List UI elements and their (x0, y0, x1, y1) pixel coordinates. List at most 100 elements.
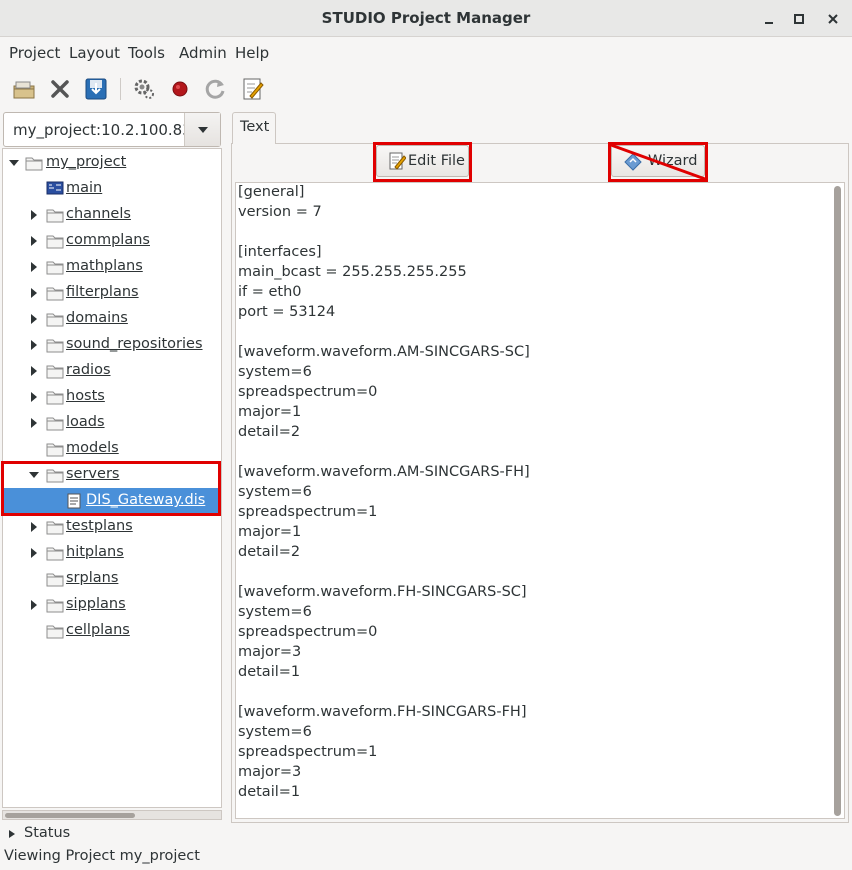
editor-line: detail=2 (238, 424, 301, 440)
tree-item-commplans[interactable]: commplans (3, 228, 221, 254)
editor-line: system=6 (238, 604, 312, 620)
expand-arrow-icon[interactable] (27, 390, 41, 404)
tree-item-filterplans[interactable]: filterplans (3, 280, 221, 306)
folder-icon (46, 415, 64, 431)
tree-item-models[interactable]: models (3, 436, 221, 462)
editor-line: if = eth0 (238, 284, 302, 300)
folder-icon (25, 155, 43, 171)
expand-arrow-icon[interactable] (27, 260, 41, 274)
tree-item-channels[interactable]: channels (3, 202, 221, 228)
pane-splitter[interactable] (225, 110, 229, 822)
minimize-button[interactable] (758, 8, 780, 30)
tree-item-label: my_project (46, 154, 127, 170)
tree-item-label: models (66, 440, 119, 456)
collapse-arrow-icon[interactable] (27, 468, 41, 482)
tree-item-domains[interactable]: domains (3, 306, 221, 332)
editor-line: [interfaces] (238, 244, 322, 260)
tree-item-sipplans[interactable]: sipplans (3, 592, 221, 618)
expand-arrow-icon[interactable] (27, 234, 41, 248)
folder-icon (46, 467, 64, 483)
tree-item-srplans[interactable]: srplans (3, 566, 221, 592)
edit-button[interactable] (241, 77, 265, 101)
expand-arrow-icon[interactable] (27, 338, 41, 352)
tree-item-label: srplans (66, 570, 119, 586)
expand-arrow-icon[interactable] (27, 312, 41, 326)
chevron-down-icon (197, 126, 208, 133)
tree-horizontal-scrollbar[interactable] (2, 810, 222, 820)
menu-layout[interactable]: Layout (69, 44, 120, 62)
tree-item-dis-gateway-dis[interactable]: DIS_Gateway.dis (3, 488, 221, 514)
tree-item-label: cellplans (66, 622, 130, 638)
settings-gear-icon (134, 79, 154, 99)
tree-item-main[interactable]: main (3, 176, 221, 202)
tree-item-label: channels (66, 206, 131, 222)
toolbar (0, 68, 852, 110)
refresh-button[interactable] (204, 77, 228, 101)
collapse-arrow-icon[interactable] (7, 156, 21, 170)
project-tree[interactable]: my_projectmain channels commplans mathplans… (2, 148, 222, 808)
tree-item-servers[interactable]: servers (3, 462, 221, 488)
file-icon (67, 493, 85, 509)
close-button[interactable] (822, 8, 844, 30)
tree-item-root[interactable]: my_project (3, 150, 221, 176)
expand-arrow-icon[interactable] (27, 598, 41, 612)
settings-button[interactable] (132, 77, 156, 101)
tree-item-label: filterplans (66, 284, 139, 300)
status-expander[interactable]: Status (0, 823, 852, 845)
edit-file-button[interactable]: Edit File (376, 145, 469, 177)
tree-item-loads[interactable]: loads (3, 410, 221, 436)
menu-tools[interactable]: Tools (128, 44, 165, 62)
tree-item-label: testplans (66, 518, 133, 534)
editor-line: system=6 (238, 364, 312, 380)
expand-arrow-icon[interactable] (27, 546, 41, 560)
expand-arrow-icon[interactable] (27, 520, 41, 534)
editor-line: [general] (238, 184, 305, 200)
folder-icon (46, 519, 64, 535)
wizard-diamond-icon (624, 153, 642, 171)
tree-item-mathplans[interactable]: mathplans (3, 254, 221, 280)
expand-arrow-icon[interactable] (27, 416, 41, 430)
status-expander-label: Status (24, 825, 71, 841)
maximize-button[interactable] (788, 8, 810, 30)
scrollbar-thumb[interactable] (5, 813, 135, 818)
edit-file-label: Edit File (408, 153, 465, 169)
editor-line: major=1 (238, 404, 302, 420)
tree-item-hitplans[interactable]: hitplans (3, 540, 221, 566)
maximize-icon (794, 14, 804, 24)
tree-item-testplans[interactable]: testplans (3, 514, 221, 540)
menu-help[interactable]: Help (235, 44, 269, 62)
project-selector-dropdown-button[interactable] (184, 113, 220, 146)
editor-vertical-scrollbar[interactable] (834, 186, 841, 816)
edit-icon (243, 78, 264, 100)
tree-item-label: mathplans (66, 258, 143, 274)
tree-item-hosts[interactable]: hosts (3, 384, 221, 410)
project-selector[interactable]: my_project:10.2.100.83 (3, 112, 221, 147)
tree-item-label: main (66, 180, 103, 196)
menu-project[interactable]: Project (9, 44, 60, 62)
edit-icon (389, 152, 406, 170)
delete-button[interactable] (48, 77, 72, 101)
delete-icon (51, 80, 69, 98)
wizard-button[interactable]: Wizard (611, 145, 705, 177)
open-project-button[interactable] (12, 77, 36, 101)
record-button[interactable] (168, 77, 192, 101)
tree-item-sound-repositories[interactable]: sound_repositories (3, 332, 221, 358)
tree-item-label: servers (66, 466, 120, 482)
tree-item-radios[interactable]: radios (3, 358, 221, 384)
expand-arrow-icon[interactable] (27, 208, 41, 222)
save-button[interactable] (84, 77, 108, 101)
file-text-editor[interactable]: [general] version = 7 [interfaces] main_bca… (235, 182, 845, 819)
tree-item-label: commplans (66, 232, 150, 248)
menu-admin[interactable]: Admin (179, 44, 227, 62)
expand-arrow-icon[interactable] (27, 286, 41, 300)
tree-item-cellplans[interactable]: cellplans (3, 618, 221, 644)
window-title: STUDIO Project Manager (321, 9, 531, 27)
expand-arrow-icon[interactable] (27, 364, 41, 378)
editor-line: spreadspectrum=1 (238, 744, 378, 760)
minimize-icon (765, 22, 773, 24)
editor-line: spreadspectrum=0 (238, 384, 378, 400)
tab-text[interactable]: Text (232, 112, 276, 144)
folder-icon (46, 571, 64, 587)
folder-icon (46, 545, 64, 561)
editor-line: version = 7 (238, 204, 322, 220)
